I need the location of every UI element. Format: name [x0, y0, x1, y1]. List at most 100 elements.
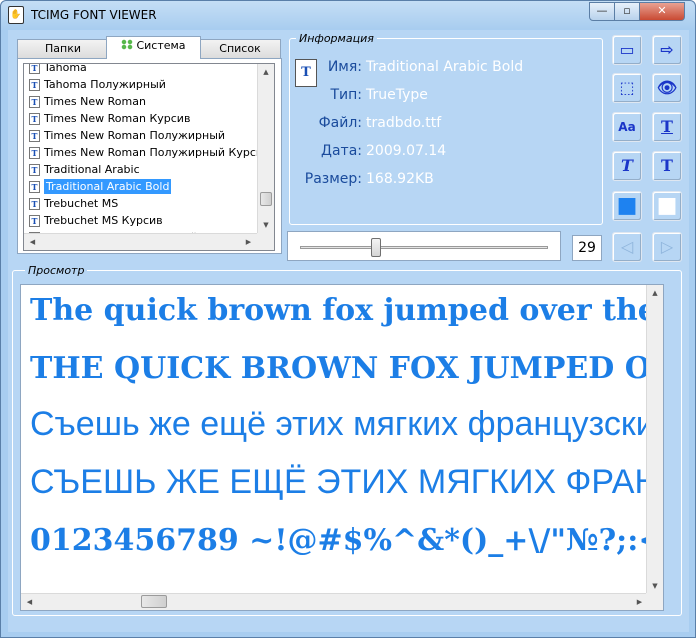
- maximize-button[interactable]: ▫: [614, 2, 640, 21]
- scroll-thumb[interactable]: [141, 595, 167, 608]
- text-bold-icon: T: [661, 156, 673, 175]
- bg-color-button[interactable]: ■: [652, 191, 682, 221]
- info-row: Тип: TrueType: [290, 86, 427, 104]
- dash-icon: ▭: [619, 40, 635, 59]
- font-list-item[interactable]: T Tahoma: [24, 63, 257, 76]
- info-value: 168.92KB: [366, 171, 434, 187]
- scroll-corner: [646, 593, 663, 610]
- truetype-icon: T: [29, 130, 40, 142]
- eye-icon: 👁: [656, 78, 678, 97]
- tab-list[interactable]: Список: [199, 39, 281, 58]
- dotted-frame-icon: ⬚: [619, 78, 635, 97]
- scroll-corner: [257, 233, 274, 250]
- font-list-item[interactable]: T Tahoma Полужирный: [24, 76, 257, 93]
- info-label: Тип:: [330, 87, 362, 103]
- tab-label: Система: [136, 39, 186, 52]
- minus-button[interactable]: ▭: [612, 35, 642, 65]
- truetype-icon: T: [29, 164, 40, 176]
- window-title: TCIMG FONT VIEWER: [31, 8, 157, 22]
- preview-vscrollbar[interactable]: ▲ ▼: [646, 285, 663, 595]
- tab-system[interactable]: Система: [106, 36, 201, 59]
- preview-line-cyrillic-upper: СЪЕШЬ ЖЕ ЕЩЁ ЭТИХ МЯГКИХ ФРАНЦУЗСКИХ БУЛ…: [30, 463, 663, 501]
- font-list-item-label: Times New Roman Полужирный Курсив: [44, 146, 270, 159]
- prev-font-button[interactable]: ◁: [612, 232, 642, 262]
- font-list-item-label: Trebuchet MS Курсив: [44, 214, 163, 227]
- info-value: Traditional Arabic Bold: [366, 59, 524, 75]
- slider-track: [300, 246, 548, 249]
- title-bar[interactable]: ✋ TCIMG FONT VIEWER — ▫ ✕: [1, 1, 695, 29]
- app-icon: ✋: [8, 6, 24, 24]
- preview-line-latin-lower: The quick brown fox jumped over the lazy…: [30, 293, 663, 328]
- info-label: Размер:: [304, 171, 362, 187]
- scroll-left-icon[interactable]: ◀: [24, 234, 41, 250]
- size-slider[interactable]: [287, 231, 561, 261]
- minimize-button[interactable]: —: [589, 2, 615, 21]
- font-list-item-label: Tahoma Полужирный: [44, 78, 166, 91]
- font-list-item-label: Tahoma: [44, 63, 87, 74]
- info-row: Дата: 2009.07.14: [290, 142, 446, 160]
- arrow-right-icon: ⇨: [660, 40, 674, 59]
- preview-hscrollbar[interactable]: ◀ ▶: [21, 593, 648, 610]
- info-label: Файл:: [318, 115, 362, 131]
- triangle-right-icon: ▷: [660, 237, 674, 256]
- info-value: TrueType: [366, 87, 428, 103]
- info-value: 2009.07.14: [366, 143, 447, 159]
- font-list-item[interactable]: T Traditional Arabic Bold: [24, 178, 257, 195]
- truetype-icon: T: [29, 147, 40, 159]
- bold-button[interactable]: T: [652, 151, 682, 181]
- truetype-icon: T: [29, 198, 40, 210]
- tab-panel: T Tahoma T Tahoma Полужирный T Times New Roma…: [17, 58, 282, 254]
- info-label: Дата:: [321, 143, 362, 159]
- underline-button[interactable]: T: [652, 112, 682, 142]
- preview-line-cyrillic-lower: Съешь же ещё этих мягких французских бул…: [30, 405, 664, 443]
- font-list-item[interactable]: T Trebuchet MS: [24, 195, 257, 212]
- tab-strip: Папки Система Список: [17, 36, 282, 59]
- text-italic-icon: T: [621, 156, 633, 175]
- white-swatch-icon: ■: [656, 193, 678, 218]
- font-list-item[interactable]: T Trebuchet MS Курсив: [24, 212, 257, 229]
- scroll-right-icon[interactable]: ▶: [240, 234, 257, 250]
- italic-button[interactable]: T: [612, 151, 642, 181]
- font-list-item[interactable]: T Traditional Arabic: [24, 161, 257, 178]
- scroll-up-icon[interactable]: ▲: [258, 64, 274, 81]
- font-list-item[interactable]: T Times New Roman Курсив: [24, 110, 257, 127]
- info-row: Имя: Traditional Arabic Bold: [290, 58, 523, 76]
- font-list-item-label: Times New Roman Полужирный: [44, 129, 226, 142]
- preview-group: Просмотр The quick brown fox jumped over…: [12, 264, 682, 616]
- slider-thumb[interactable]: [371, 238, 381, 257]
- blue-swatch-icon: ■: [616, 193, 638, 218]
- truetype-icon: T: [29, 215, 40, 227]
- export-button[interactable]: ⇨: [652, 35, 682, 65]
- app-window: ✋ TCIMG FONT VIEWER — ▫ ✕ Папки Система …: [0, 0, 696, 638]
- info-label: Имя:: [327, 59, 362, 75]
- font-list-item-label: Times New Roman Курсив: [44, 112, 191, 125]
- truetype-icon: T: [29, 64, 40, 74]
- preview-area[interactable]: The quick brown fox jumped over the lazy…: [20, 284, 664, 611]
- scroll-left-icon[interactable]: ◀: [21, 594, 38, 610]
- font-list-item[interactable]: T Times New Roman: [24, 93, 257, 110]
- truetype-icon: T: [29, 79, 40, 91]
- preview-line-digits-symbols: 0123456789 ~!@#$%^&*()_+\/"№?;:<>: [30, 523, 664, 558]
- truetype-icon: T: [29, 96, 40, 108]
- font-list-hscrollbar[interactable]: ◀ ▶: [24, 233, 257, 250]
- font-list-item[interactable]: T Times New Roman Полужирный: [24, 127, 257, 144]
- font-list-item-label: Trebuchet MS: [44, 197, 119, 210]
- charmap-button[interactable]: Aa: [612, 112, 642, 142]
- select-button[interactable]: ⬚: [612, 73, 642, 103]
- scroll-up-icon[interactable]: ▲: [647, 285, 663, 302]
- font-list-item-label: Traditional Arabic Bold: [44, 179, 172, 194]
- scroll-down-icon[interactable]: ▼: [258, 217, 274, 234]
- triangle-left-icon: ◁: [620, 237, 634, 256]
- font-list[interactable]: T Tahoma T Tahoma Полужирный T Times New Roma…: [23, 63, 275, 251]
- font-list-item[interactable]: T Times New Roman Полужирный Курсив: [24, 144, 270, 161]
- text-color-button[interactable]: ■: [612, 191, 642, 221]
- scroll-thumb[interactable]: [260, 192, 272, 206]
- info-legend: Информация: [296, 32, 377, 45]
- close-button[interactable]: ✕: [639, 2, 685, 21]
- tab-folders[interactable]: Папки: [17, 39, 109, 58]
- view-button[interactable]: 👁: [652, 73, 682, 103]
- info-row: Файл: tradbdo.ttf: [290, 114, 442, 132]
- size-value[interactable]: 29: [572, 235, 602, 261]
- font-list-vscrollbar[interactable]: ▲ ▼: [257, 64, 274, 234]
- next-font-button[interactable]: ▷: [652, 232, 682, 262]
